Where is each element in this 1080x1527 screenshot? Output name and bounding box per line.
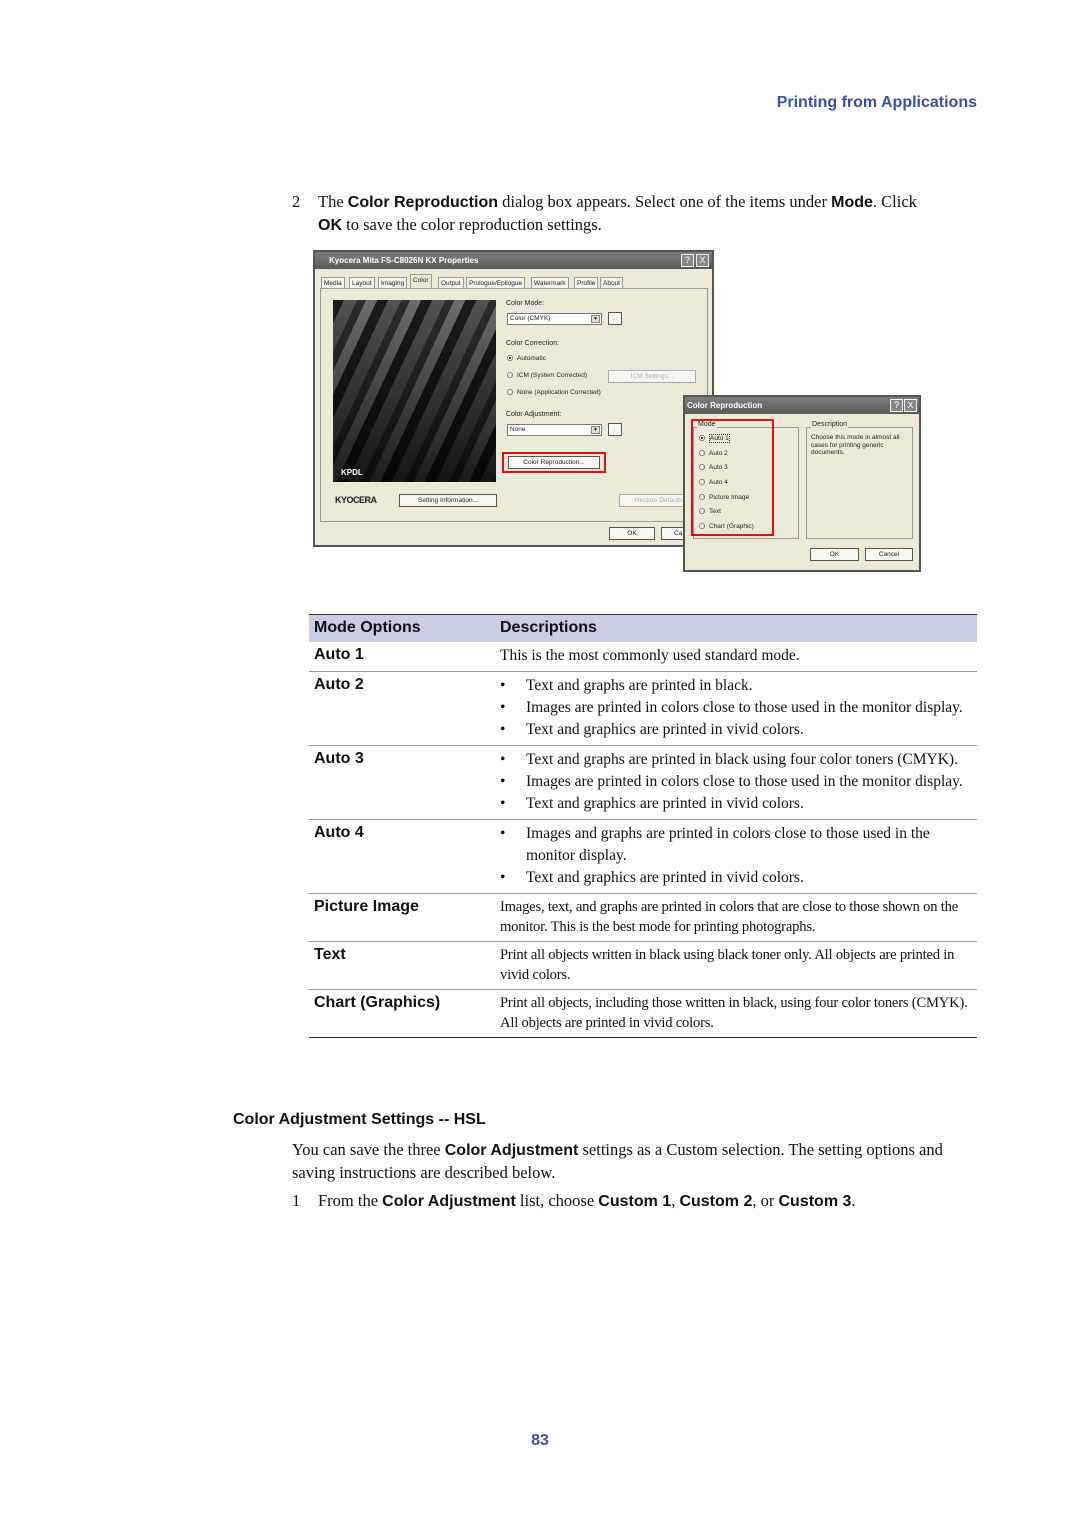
description-cell: Print all objects written in black using… xyxy=(495,941,977,990)
bullet-item: Text and graphs are printed in black. xyxy=(500,675,972,697)
mode-option-cell: Picture Image xyxy=(309,893,495,942)
mode-option-cell: Auto 4 xyxy=(309,819,495,894)
mode-option-cell: Auto 3 xyxy=(309,745,495,820)
description-cell: Images, text, and graphs are printed in … xyxy=(495,893,977,942)
color-reproduction-button[interactable]: Color Reproduction... xyxy=(508,456,600,469)
header-mode-options: Mode Options xyxy=(309,614,495,642)
help-button[interactable]: ? xyxy=(890,399,903,412)
radio-text[interactable]: Text xyxy=(699,508,721,515)
bullet-item: Text and graphics are printed in vivid c… xyxy=(500,793,972,815)
color-mode-select[interactable]: Color (CMYK) ▼ xyxy=(507,313,602,325)
running-head: Printing from Applications xyxy=(776,94,977,111)
table-row: Auto 1 This is the most commonly used sta… xyxy=(309,641,977,672)
color-mode-label: Color Mode: xyxy=(506,300,545,307)
description-cell: Text and graphs are printed in black.Ima… xyxy=(495,671,977,746)
mode-option-cell: Text xyxy=(309,941,495,990)
color-correction-label: Color Correction: xyxy=(506,340,559,347)
mode-option-cell: Chart (Graphics) xyxy=(309,989,495,1038)
close-button[interactable]: X xyxy=(904,399,917,412)
table-row: Text Print all objects written in black u… xyxy=(309,941,977,990)
bullet-item: Text and graphics are printed in vivid c… xyxy=(500,719,972,741)
help-button[interactable]: ? xyxy=(681,254,694,267)
close-button[interactable]: X xyxy=(696,254,709,267)
color-reproduction-dialog: Color Reproduction ? X Mode Auto 1 Auto … xyxy=(683,395,921,572)
ok-button[interactable]: OK xyxy=(609,527,655,540)
description-text: Choose this mode in almost all cases for… xyxy=(811,434,900,456)
color-adjustment-select[interactable]: None ▼ xyxy=(507,424,602,436)
bullet-list: Text and graphs are printed in black usi… xyxy=(500,749,972,815)
table-row: Picture Image Images, text, and graphs ar… xyxy=(309,893,977,942)
table-header-row: Mode Options Descriptions xyxy=(309,614,977,642)
description-cell: Print all objects, including those writt… xyxy=(495,989,977,1038)
radio-chart-graphic[interactable]: Chart (Graphic) xyxy=(699,523,754,530)
color-mode-more-button[interactable]: ... xyxy=(608,312,622,325)
radio-none[interactable]: None (Application Corrected) xyxy=(507,389,601,396)
chevron-down-icon: ▼ xyxy=(591,315,600,323)
description-cell: Images and graphs are printed in colors … xyxy=(495,819,977,894)
bullet-item: Text and graphs are printed in black usi… xyxy=(500,749,972,771)
description-cell: This is the most commonly used standard … xyxy=(495,641,977,672)
description-label: Description xyxy=(811,421,849,428)
radio-auto-1[interactable]: Auto 1 xyxy=(699,434,730,443)
step-2-number: 2 xyxy=(292,192,301,211)
step-2-text: The Color Reproduction dialog box appear… xyxy=(318,192,917,234)
mode-option-cell: Auto 1 xyxy=(309,641,495,672)
header-descriptions: Descriptions xyxy=(495,614,977,642)
section-heading: Color Adjustment Settings -- HSL xyxy=(233,1111,486,1128)
bullet-list: Text and graphs are printed in black.Ima… xyxy=(500,675,972,741)
kyocera-logo: KYOCERA xyxy=(335,495,377,505)
mode-options-table: Mode Options Descriptions Auto 1 This is … xyxy=(309,614,977,1038)
radio-automatic[interactable]: Automatic xyxy=(507,355,546,362)
radio-picture-image[interactable]: Picture Image xyxy=(699,494,749,501)
table-row: Chart (Graphics) Print all objects, inclu… xyxy=(309,989,977,1038)
preview-label: KPDL xyxy=(341,468,363,477)
radio-auto-4[interactable]: Auto 4 xyxy=(699,479,728,486)
step-1-text: From the Color Adjustment list, choose C… xyxy=(318,1191,856,1210)
table-row: Auto 3Text and graphs are printed in bla… xyxy=(309,745,977,820)
radio-auto-3[interactable]: Auto 3 xyxy=(699,464,728,471)
step-1-number: 1 xyxy=(292,1191,301,1210)
setting-information-button[interactable]: Setting Information... xyxy=(399,494,497,507)
ok-button[interactable]: OK xyxy=(810,548,859,561)
bullet-item: Images and graphs are printed in colors … xyxy=(500,823,972,867)
cancel-button[interactable]: Cancel xyxy=(865,548,913,561)
bullet-list: Images and graphs are printed in colors … xyxy=(500,823,972,889)
bullet-item: Text and graphics are printed in vivid c… xyxy=(500,867,972,889)
table-row: Auto 4Images and graphs are printed in c… xyxy=(309,819,977,894)
properties-dialog: Kyocera Mita FS-C8026N KX Properties ? X… xyxy=(313,250,714,547)
color-reproduction-title-bar: Color Reproduction xyxy=(685,397,919,414)
tab-color[interactable]: Color xyxy=(410,274,432,289)
crayon-preview-image xyxy=(333,300,496,482)
bullet-item: Images are printed in colors close to th… xyxy=(500,771,972,793)
properties-title-bar: Kyocera Mita FS-C8026N KX Properties xyxy=(315,252,712,269)
description-cell: Text and graphs are printed in black usi… xyxy=(495,745,977,820)
radio-icm[interactable]: ICM (System Corrected) xyxy=(507,372,587,379)
color-adjustment-more-button[interactable]: ... xyxy=(608,423,622,436)
color-adjustment-label: Color Adjustment: xyxy=(506,411,562,418)
chevron-down-icon: ▼ xyxy=(591,426,600,434)
table-row: Auto 2Text and graphs are printed in bla… xyxy=(309,671,977,746)
radio-auto-2[interactable]: Auto 2 xyxy=(699,450,728,457)
page-number: 83 xyxy=(531,1432,549,1449)
bullet-item: Images are printed in colors close to th… xyxy=(500,697,972,719)
section-paragraph: You can save the three Color Adjustment … xyxy=(292,1140,943,1182)
mode-option-cell: Auto 2 xyxy=(309,671,495,746)
icm-settings-button[interactable]: ICM Settings... xyxy=(608,370,696,383)
